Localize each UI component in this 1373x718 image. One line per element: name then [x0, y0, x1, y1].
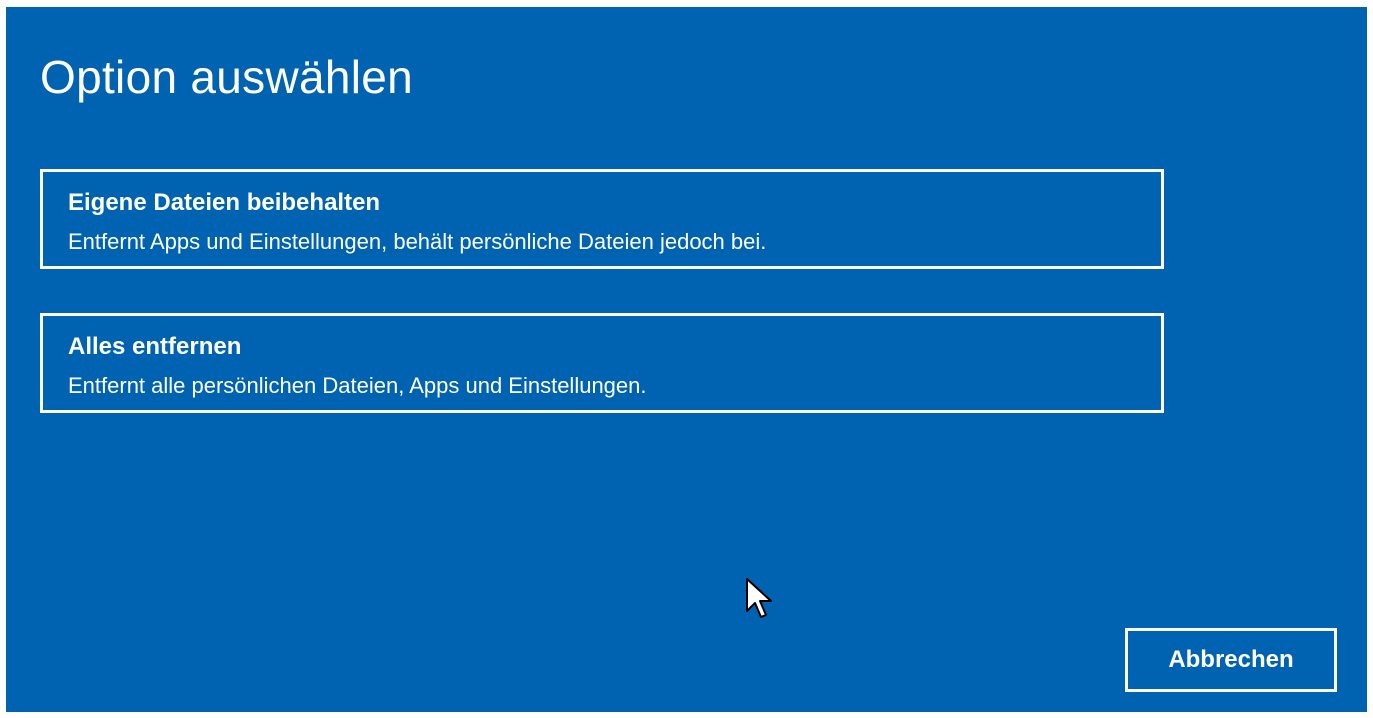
page-title: Option auswählen — [40, 51, 414, 103]
option-remove-everything-title: Alles entfernen — [68, 333, 242, 360]
option-keep-files[interactable]: Eigene Dateien beibehalten Entfernt Apps… — [40, 169, 1164, 269]
option-remove-everything[interactable]: Alles entfernen Entfernt alle persönlich… — [40, 313, 1164, 413]
option-keep-files-title: Eigene Dateien beibehalten — [68, 189, 381, 216]
mouse-pointer-icon — [746, 578, 772, 618]
option-keep-files-description: Entfernt Apps und Einstellungen, behält … — [68, 229, 767, 254]
cancel-button[interactable]: Abbrechen — [1125, 628, 1337, 692]
reset-dialog: Option auswählen Eigene Dateien beibehal… — [6, 7, 1367, 712]
option-remove-everything-description: Entfernt alle persönlichen Dateien, Apps… — [68, 373, 647, 398]
